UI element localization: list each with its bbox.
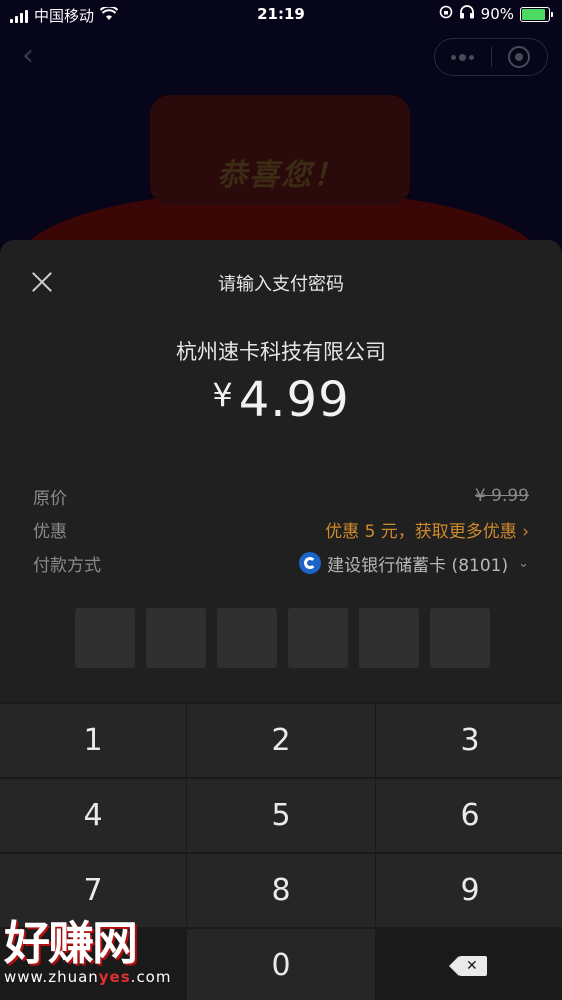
- discount-label: 优惠: [33, 521, 67, 542]
- watermark-url: www.zhuanyes.com: [4, 968, 194, 986]
- amount-value: 4.99: [238, 372, 350, 428]
- payment-method-selector[interactable]: 建设银行储蓄卡 (8101) ⌄: [299, 551, 529, 576]
- back-arrow-icon[interactable]: ‹: [22, 41, 46, 71]
- pin-digit-box: [217, 608, 277, 668]
- key-6[interactable]: 6: [376, 779, 562, 852]
- status-bar: 中国移动 21:19 90%: [0, 0, 562, 30]
- payment-method-label: 付款方式: [33, 555, 101, 576]
- key-9[interactable]: 9: [376, 854, 562, 927]
- pin-digit-box: [146, 608, 206, 668]
- currency-symbol: ¥: [212, 376, 233, 414]
- battery-percent: 90%: [480, 5, 514, 23]
- site-watermark: 好赚网 www.zhuanyes.com: [4, 918, 194, 998]
- target-icon: [508, 46, 531, 68]
- mini-program-capsule: [434, 38, 548, 76]
- chevron-down-icon: ⌄: [518, 555, 529, 571]
- headphones-icon: [459, 5, 475, 23]
- key-1[interactable]: 1: [0, 704, 186, 777]
- pin-digit-box: [75, 608, 135, 668]
- battery-icon: [520, 6, 553, 22]
- ccb-bank-icon: [299, 552, 322, 574]
- pin-input[interactable]: [75, 608, 490, 668]
- key-5[interactable]: 5: [187, 779, 375, 852]
- watermark-url-prefix: www.zhuan: [4, 968, 99, 986]
- key-4[interactable]: 4: [0, 779, 186, 852]
- watermark-url-highlight: yes: [98, 968, 131, 986]
- orientation-lock-icon: [439, 5, 453, 23]
- sheet-title: 请输入支付密码: [218, 274, 344, 295]
- delete-key[interactable]: [376, 929, 562, 1000]
- payment-method-row[interactable]: 付款方式 建设银行储蓄卡 (8101) ⌄: [33, 550, 529, 576]
- original-price-label: 原价: [33, 488, 67, 509]
- background-app: 恭喜您！ ‹: [0, 0, 562, 260]
- discount-link[interactable]: 优惠 5 元，获取更多优惠 ›: [325, 517, 529, 542]
- close-mini-program-button[interactable]: [492, 39, 548, 75]
- original-price-row: 原价 ¥ 9.99: [33, 483, 529, 509]
- key-2[interactable]: 2: [187, 704, 375, 777]
- watermark-logo-text: 好赚网: [4, 916, 138, 970]
- key-8[interactable]: 8: [187, 854, 375, 927]
- payment-amount: ¥4.99: [0, 372, 562, 428]
- discount-row[interactable]: 优惠 优惠 5 元，获取更多优惠 ›: [33, 516, 529, 542]
- merchant-name: 杭州速卡科技有限公司: [176, 340, 386, 364]
- backspace-icon: [449, 955, 487, 976]
- congrats-banner: 恭喜您！: [217, 158, 345, 193]
- original-price-value: ¥ 9.99: [474, 486, 529, 506]
- more-button[interactable]: [435, 39, 491, 75]
- pin-digit-box: [359, 608, 419, 668]
- payment-method-value: 建设银行储蓄卡 (8101): [327, 555, 509, 576]
- key-3[interactable]: 3: [376, 704, 562, 777]
- pin-digit-box: [430, 608, 490, 668]
- watermark-url-suffix: .com: [130, 968, 172, 986]
- pin-digit-box: [288, 608, 348, 668]
- key-0[interactable]: 0: [187, 929, 375, 1000]
- more-dots-icon: [451, 53, 475, 61]
